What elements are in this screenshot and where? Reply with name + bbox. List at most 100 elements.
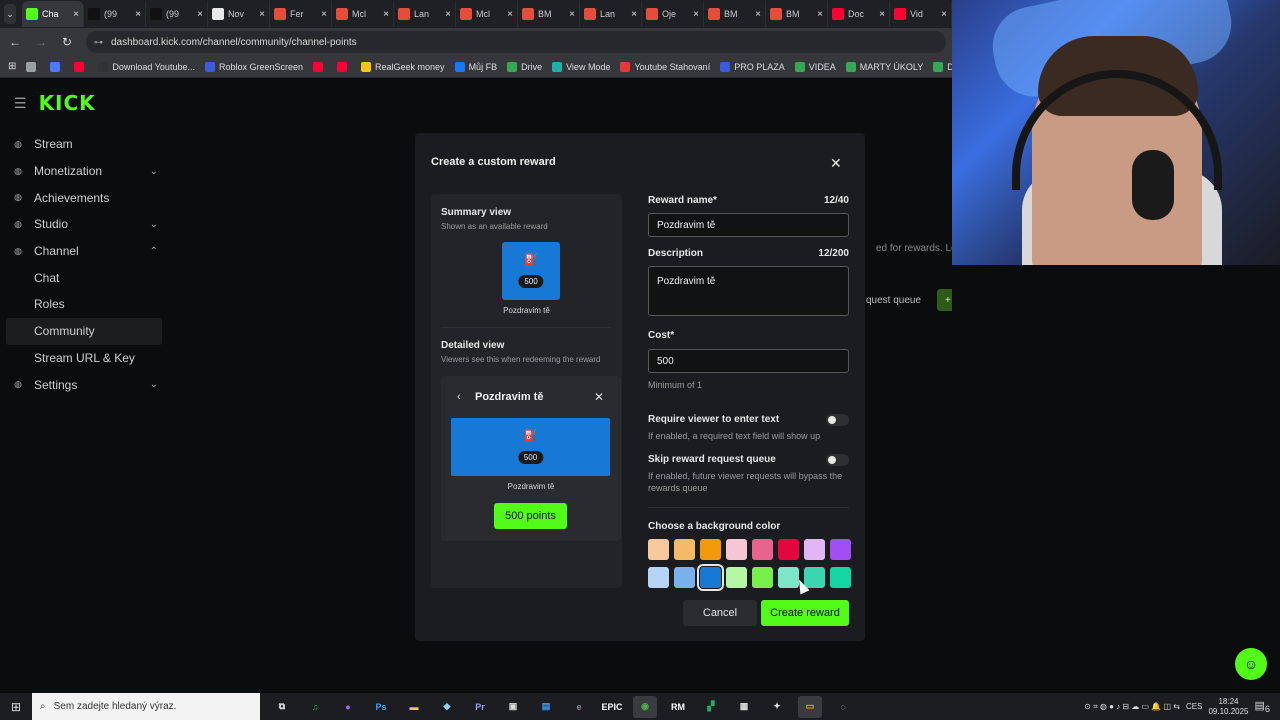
- sidebar-item-studio[interactable]: ◍ Studio ⌄: [6, 211, 162, 238]
- close-tab-icon[interactable]: ×: [507, 9, 513, 20]
- close-tab-icon[interactable]: ×: [383, 9, 389, 20]
- color-swatch[interactable]: [752, 567, 773, 588]
- taskbar-app-icon[interactable]: ●: [336, 696, 360, 718]
- back-icon[interactable]: ←: [8, 35, 22, 49]
- taskbar-app-icon[interactable]: ▣: [501, 696, 525, 718]
- browser-tab[interactable]: Mcl ×: [332, 1, 394, 27]
- close-icon[interactable]: ✕: [830, 155, 842, 172]
- cancel-button[interactable]: Cancel: [683, 600, 757, 626]
- taskbar-app-icon[interactable]: Ps: [369, 696, 393, 718]
- close-tab-icon[interactable]: ×: [569, 9, 575, 20]
- tab-search-menu-button[interactable]: ⌄: [4, 4, 16, 24]
- tray-icons[interactable]: ⊙ ⌗ ◍ ● ♪ ⊟ ☁ ▭ 🔔 ◫ ⇆: [1084, 702, 1180, 712]
- color-swatch[interactable]: [648, 539, 669, 560]
- browser-tab[interactable]: Mcl ×: [456, 1, 518, 27]
- bookmark-item[interactable]: Můj FB: [454, 61, 497, 72]
- bookmark-item[interactable]: [313, 61, 327, 72]
- close-tab-icon[interactable]: ×: [879, 9, 885, 20]
- close-tab-icon[interactable]: ×: [73, 9, 79, 20]
- bookmark-item[interactable]: Drive: [507, 61, 542, 72]
- windows-start-icon[interactable]: ⊞: [0, 700, 32, 714]
- reward-name-input[interactable]: Pozdravim tě: [648, 213, 849, 237]
- taskbar-app-icon[interactable]: ◆: [435, 696, 459, 718]
- color-swatch[interactable]: [804, 539, 825, 560]
- taskbar-app-icon[interactable]: ▞: [699, 696, 723, 718]
- color-swatch[interactable]: [778, 539, 799, 560]
- color-swatch[interactable]: [674, 567, 695, 588]
- sidebar-item-community[interactable]: Community: [6, 317, 162, 345]
- bookmark-item[interactable]: [74, 61, 88, 72]
- taskbar-app-icon[interactable]: ◌: [831, 696, 855, 718]
- bookmark-item[interactable]: Dodo videa: [933, 61, 952, 72]
- sidebar-item-stream-url-key[interactable]: Stream URL & Key: [6, 345, 162, 372]
- bookmark-item[interactable]: [26, 61, 40, 72]
- color-swatch[interactable]: [726, 567, 747, 588]
- apps-grid-icon[interactable]: ⊞: [8, 61, 16, 72]
- taskbar-app-icon[interactable]: ⧉: [270, 696, 294, 718]
- color-swatch[interactable]: [648, 567, 669, 588]
- bookmark-item[interactable]: PRO PLAZA: [720, 61, 785, 72]
- close-tab-icon[interactable]: ×: [197, 9, 203, 20]
- sidebar-item-achievements[interactable]: ◍ Achievements: [6, 184, 162, 211]
- taskbar-search[interactable]: ⌕ Sem zadejte hledaný výraz.: [32, 693, 260, 720]
- require-text-toggle[interactable]: [826, 414, 849, 426]
- chevron-icon[interactable]: ⌄: [150, 219, 158, 230]
- bookmark-item[interactable]: Download Youtube...: [98, 61, 195, 72]
- menu-icon[interactable]: ☰: [14, 95, 27, 112]
- taskbar-app-icon[interactable]: EPIC: [600, 696, 624, 718]
- bookmark-item[interactable]: [337, 61, 351, 72]
- browser-tab[interactable]: BM ×: [704, 1, 766, 27]
- close-tab-icon[interactable]: ×: [445, 9, 451, 20]
- taskbar-app-icon[interactable]: ▤: [534, 696, 558, 718]
- taskbar-app-icon[interactable]: RM: [666, 696, 690, 718]
- bookmark-item[interactable]: [50, 61, 64, 72]
- taskbar-app-icon[interactable]: ▭: [798, 695, 822, 718]
- close-tab-icon[interactable]: ×: [259, 9, 265, 20]
- request-queue-link[interactable]: quest queue: [866, 289, 930, 311]
- browser-tab[interactable]: Fer ×: [270, 1, 332, 27]
- color-swatch[interactable]: [697, 564, 724, 591]
- browser-tab[interactable]: Cha ×: [22, 1, 84, 27]
- skip-queue-toggle[interactable]: [826, 454, 849, 466]
- taskbar-app-icon[interactable]: ♫: [303, 696, 327, 718]
- support-chat-icon[interactable]: ☺: [1235, 648, 1267, 680]
- kick-logo[interactable]: KICK: [39, 91, 96, 115]
- chevron-icon[interactable]: ⌄: [150, 379, 158, 390]
- browser-tab[interactable]: Lan ×: [394, 1, 456, 27]
- close-tab-icon[interactable]: ×: [755, 9, 761, 20]
- taskbar-app-icon[interactable]: ▦: [732, 696, 756, 718]
- browser-tab[interactable]: BM ×: [518, 1, 580, 27]
- create-reward-button[interactable]: Create reward: [761, 600, 849, 626]
- sidebar-item-roles[interactable]: Roles: [6, 291, 162, 318]
- browser-tab[interactable]: Oje ×: [642, 1, 704, 27]
- bookmark-item[interactable]: Roblox GreenScreen: [204, 61, 303, 72]
- color-swatch[interactable]: [830, 567, 851, 588]
- browser-tab[interactable]: Doc ×: [828, 1, 890, 27]
- browser-tab[interactable]: (99 ×: [84, 1, 146, 27]
- color-swatch[interactable]: [674, 539, 695, 560]
- language-indicator[interactable]: CES: [1186, 702, 1202, 711]
- sidebar-item-channel[interactable]: ◍ Channel ⌃: [6, 238, 162, 265]
- sidebar-item-settings[interactable]: ◍ Settings ⌄: [6, 371, 162, 398]
- bookmark-item[interactable]: RealGeek money: [361, 61, 445, 72]
- bookmark-item[interactable]: MARTY ÚKOLY: [845, 61, 923, 72]
- close-tab-icon[interactable]: ×: [631, 9, 637, 20]
- close-tab-icon[interactable]: ×: [817, 9, 823, 20]
- bookmark-item[interactable]: View Mode: [552, 61, 610, 72]
- description-textarea[interactable]: Pozdravim tě: [648, 266, 849, 316]
- taskbar-app-icon[interactable]: ◉: [633, 695, 657, 718]
- sidebar-item-chat[interactable]: Chat: [6, 264, 162, 291]
- browser-tab[interactable]: Vid ×: [890, 1, 952, 27]
- taskbar-app-icon[interactable]: e: [567, 696, 591, 718]
- bookmark-item[interactable]: VIDEA: [794, 61, 836, 72]
- close-tab-icon[interactable]: ×: [135, 9, 141, 20]
- forward-icon[interactable]: →: [34, 35, 48, 49]
- close-tab-icon[interactable]: ×: [941, 9, 947, 20]
- close-tab-icon[interactable]: ×: [321, 9, 327, 20]
- color-swatch[interactable]: [726, 539, 747, 560]
- sidebar-item-monetization[interactable]: ◍ Monetization ⌄: [6, 158, 162, 185]
- cost-input[interactable]: 500: [648, 349, 849, 373]
- notification-icon[interactable]: ▤6: [1255, 699, 1271, 714]
- close-tab-icon[interactable]: ×: [693, 9, 699, 20]
- taskbar-app-icon[interactable]: ▬: [402, 696, 426, 718]
